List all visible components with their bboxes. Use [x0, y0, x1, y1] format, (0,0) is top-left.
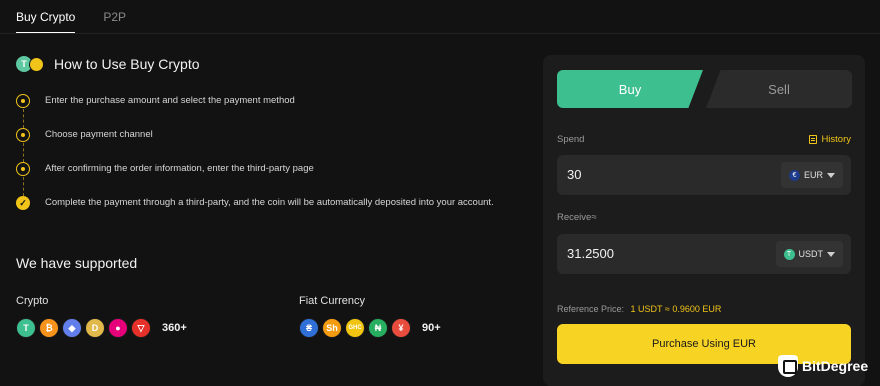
spend-currency-select[interactable]: € EUR: [780, 162, 843, 188]
ethereum-icon: ◆: [62, 318, 82, 338]
spend-value: 30: [567, 167, 582, 182]
sh-currency-icon: Sh: [322, 318, 342, 338]
ghc-currency-icon: GHC: [345, 318, 365, 338]
dogecoin-icon: D: [85, 318, 105, 338]
yen-currency-icon: ¥: [391, 318, 411, 338]
reference-value: 1 USDT ≈ 0.9600 EUR: [630, 304, 722, 314]
chevron-down-icon: [827, 172, 835, 178]
step-connector: [22, 109, 24, 128]
fiat-label: Fiat Currency: [299, 295, 366, 307]
coin-count: 90+: [422, 322, 441, 334]
sell-toggle-button[interactable]: Sell: [706, 70, 852, 108]
step-text: Enter the purchase amount and select the…: [45, 95, 295, 106]
top-tabs: Buy Crypto P2P: [16, 0, 126, 34]
spend-currency-label: EUR: [803, 170, 823, 180]
step-connector: [22, 143, 24, 162]
tron-icon: ▽: [131, 318, 151, 338]
coins-icon: T: [16, 56, 46, 72]
step-item: Enter the purchase amount and select the…: [16, 94, 494, 128]
step-text: After confirming the order information, …: [45, 163, 314, 174]
step-marker-icon: [16, 94, 30, 108]
gold-coin-glyph: [29, 57, 44, 72]
polkadot-icon: ●: [108, 318, 128, 338]
watermark-text: BitDegree: [802, 358, 869, 374]
steps-list: Enter the purchase amount and select the…: [16, 94, 494, 230]
reference-label: Reference Price:: [557, 304, 625, 314]
step-item: Choose payment channel: [16, 128, 494, 162]
receive-label: Receive≈: [557, 212, 597, 223]
bitdegree-logo-icon: [778, 355, 798, 377]
step-marker-icon: [16, 128, 30, 142]
step-connector: [22, 177, 24, 196]
step-marker-icon: [16, 162, 30, 176]
crypto-coin-row: T ₿ ◆ D ● ▽ 360+: [16, 318, 187, 338]
trade-panel: Buy Sell Spend History 30 € EUR Receive≈…: [543, 55, 865, 386]
tether-icon: T: [16, 318, 36, 338]
tab-divider: [0, 33, 880, 34]
step-text: Complete the payment through a third-par…: [45, 197, 494, 208]
supported-title: We have supported: [16, 255, 138, 271]
bitdegree-watermark: BitDegree: [778, 352, 874, 380]
ngn-currency-icon: ₦: [368, 318, 388, 338]
history-label: History: [821, 134, 851, 145]
receive-currency-label: USDT: [798, 249, 824, 259]
bitcoin-icon: ₿: [39, 318, 59, 338]
coin-count: 360+: [162, 322, 187, 334]
reference-price: Reference Price: 1 USDT ≈ 0.9600 EUR: [557, 304, 721, 314]
chevron-down-icon: [827, 251, 835, 257]
crypto-label: Crypto: [16, 295, 49, 307]
tab-buy-crypto[interactable]: Buy Crypto: [16, 0, 76, 34]
step-item: ✓ Complete the payment through a third-p…: [16, 196, 494, 230]
spend-input[interactable]: 30 € EUR: [557, 155, 851, 195]
euro-icon: €: [788, 169, 800, 181]
howto-header: T How to Use Buy Crypto: [16, 56, 200, 72]
step-item: After confirming the order information, …: [16, 162, 494, 196]
spend-label: Spend: [557, 134, 585, 145]
howto-title: How to Use Buy Crypto: [54, 56, 200, 72]
receive-value: 31.2500: [567, 246, 614, 261]
history-link[interactable]: History: [809, 134, 851, 145]
fiat-coin-row: ₴ Sh GHC ₦ ¥90+: [299, 318, 441, 338]
buy-toggle-button[interactable]: Buy: [557, 70, 703, 108]
step-text: Choose payment channel: [45, 129, 153, 140]
receive-input[interactable]: 31.2500 T USDT: [557, 234, 851, 274]
kzt-currency-icon: ₴: [299, 318, 319, 338]
tab-p2p[interactable]: P2P: [103, 0, 126, 34]
receive-currency-select[interactable]: T USDT: [775, 241, 843, 267]
history-icon: [809, 135, 818, 144]
tether-icon: T: [783, 248, 795, 260]
check-icon: ✓: [16, 196, 30, 210]
